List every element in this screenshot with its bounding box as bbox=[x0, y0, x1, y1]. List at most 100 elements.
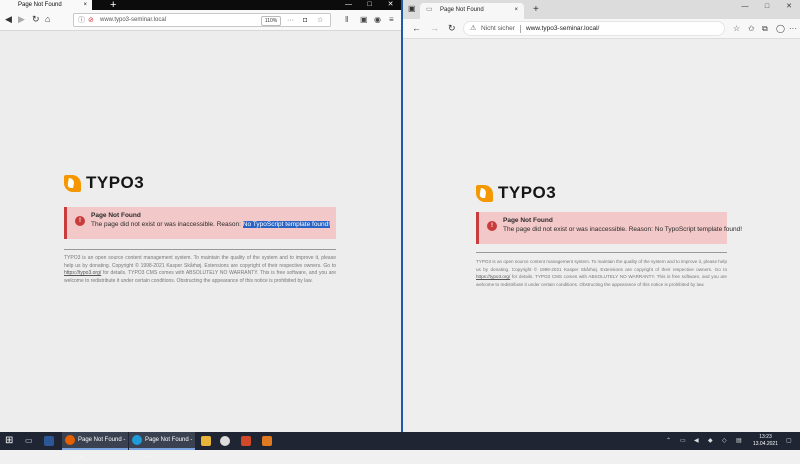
app-icon-orange[interactable] bbox=[262, 436, 272, 446]
home-icon[interactable]: ⌂ bbox=[45, 13, 50, 26]
edge-window: ▣ ▭ Page Not Found × + — □ ✕ ← → ↻ ⚠ Nic… bbox=[401, 0, 800, 432]
keyboard-icon[interactable]: ▤ bbox=[736, 432, 742, 450]
minimize-button[interactable]: — bbox=[734, 0, 756, 14]
notifications-icon[interactable]: ▢ bbox=[786, 432, 792, 450]
firefox-nav-bar: ◀ ▶ ↻ ⌂ ⓘ ⊘ www.typo3-seminar.local 110%… bbox=[0, 10, 401, 31]
typo3-logo-icon bbox=[476, 184, 493, 202]
error-alert: ! Page Not Found The page did not exist … bbox=[476, 212, 742, 244]
typo3-logo-icon bbox=[64, 174, 81, 192]
app-icon[interactable] bbox=[220, 436, 230, 446]
alert-title: Page Not Found bbox=[503, 217, 553, 224]
firefox-tab-bar: Page Not Found × + — □ ✕ bbox=[0, 0, 401, 11]
alert-title: Page Not Found bbox=[91, 212, 141, 219]
edge-icon bbox=[132, 435, 142, 445]
pocket-icon[interactable]: ◘ bbox=[303, 15, 307, 26]
clock-time: 13:23 bbox=[759, 434, 772, 440]
page-icon: ▭ bbox=[426, 6, 433, 13]
collections-icon[interactable]: ⧉ bbox=[762, 23, 768, 35]
app-icon-red[interactable] bbox=[241, 436, 251, 446]
address-bar[interactable]: ⚠ Nicht sicher www.typo3-seminar.local/ bbox=[463, 21, 725, 36]
new-tab-button[interactable]: + bbox=[110, 0, 116, 11]
menu-icon[interactable]: ≡ bbox=[389, 14, 394, 26]
tray-chevron-icon[interactable]: ⌃ bbox=[666, 432, 671, 450]
alert-message-text: The page did not exist or was inaccessib… bbox=[91, 221, 243, 228]
insecure-lock-icon[interactable]: ⊘ bbox=[88, 15, 94, 26]
page-actions-icon[interactable]: ··· bbox=[287, 15, 294, 26]
network-icon[interactable]: ▭ bbox=[680, 432, 686, 450]
volume-icon[interactable]: ◀ bbox=[694, 432, 699, 450]
tab-close-icon[interactable]: × bbox=[83, 0, 87, 10]
footer-text-end: for details. TYPO3 CMS comes with ABSOLU… bbox=[64, 270, 336, 284]
tray-app-icon-2[interactable]: ◇ bbox=[722, 432, 727, 450]
typo3-logo-text: TYPO3 bbox=[86, 173, 145, 192]
alert-reason-selected: No TypoScript template found! bbox=[242, 221, 331, 228]
sidebar-icon[interactable]: ▣ bbox=[360, 14, 368, 26]
window-controls: — □ ✕ bbox=[338, 0, 401, 10]
tab-title: Page Not Found bbox=[18, 2, 62, 8]
edge-tab[interactable]: ▭ Page Not Found × bbox=[420, 3, 524, 19]
footer-text: TYPO3 is an open source content manageme… bbox=[476, 259, 727, 272]
info-icon[interactable]: ⓘ bbox=[78, 15, 85, 26]
firefox-tab[interactable]: Page Not Found × bbox=[0, 0, 92, 10]
forward-icon[interactable]: ▶ bbox=[18, 13, 25, 26]
window-controls: — □ ✕ bbox=[734, 0, 800, 14]
firefox-window: Page Not Found × + — □ ✕ ◀ ▶ ↻ ⌂ ⓘ ⊘ www… bbox=[0, 0, 401, 432]
tab-actions-icon[interactable]: ▣ bbox=[408, 4, 416, 13]
tab-title: Page Not Found bbox=[440, 7, 484, 13]
address-bar[interactable]: ⓘ ⊘ www.typo3-seminar.local 110% ··· ◘ ☆ bbox=[73, 13, 331, 27]
tab-close-icon[interactable]: × bbox=[514, 3, 518, 17]
typo3-logo-text: TYPO3 bbox=[498, 183, 557, 202]
typo3-logo: TYPO3 bbox=[476, 183, 556, 203]
new-tab-button[interactable]: + bbox=[533, 4, 539, 16]
typo3-link[interactable]: https://typo3.org/ bbox=[476, 274, 510, 279]
url-text: www.typo3-seminar.local bbox=[100, 17, 167, 23]
profile-icon[interactable]: ◯ bbox=[776, 23, 785, 35]
taskbar-app-label: Page Not Found - ... bbox=[145, 437, 193, 459]
footer-text-end: for details. TYPO3 CMS comes with ABSOLU… bbox=[476, 274, 727, 287]
back-icon[interactable]: ← bbox=[412, 22, 421, 35]
alert-message: The page did not exist or was inaccessib… bbox=[91, 221, 331, 228]
zoom-indicator[interactable]: 110% bbox=[261, 16, 281, 26]
typo3-logo: TYPO3 bbox=[64, 173, 144, 193]
account-icon[interactable]: ◉ bbox=[374, 14, 381, 26]
explorer-icon[interactable] bbox=[201, 436, 211, 446]
library-icon[interactable]: ‖ bbox=[345, 14, 348, 26]
edge-tab-bar: ▣ ▭ Page Not Found × + — □ ✕ bbox=[403, 0, 800, 19]
error-alert: ! Page Not Found The page did not exist … bbox=[64, 207, 336, 239]
edge-nav-bar: ← → ↻ ⚠ Nicht sicher www.typo3-seminar.l… bbox=[403, 19, 800, 39]
start-icon[interactable]: ⊞ bbox=[5, 432, 13, 450]
separator bbox=[520, 25, 521, 33]
clock-date: 13.04.2021 bbox=[752, 441, 778, 447]
url-text: www.typo3-seminar.local/ bbox=[526, 25, 600, 32]
close-button[interactable]: ✕ bbox=[380, 0, 401, 10]
taskbar-app-label: Page Not Found - ... bbox=[78, 437, 126, 459]
favorites-icon[interactable]: ✩ bbox=[748, 23, 755, 35]
taskbar-edge[interactable]: Page Not Found - ... bbox=[129, 432, 195, 459]
taskbar: ⊞ ▭ Page Not Found - ... Page Not Found … bbox=[0, 432, 800, 459]
back-icon[interactable]: ◀ bbox=[5, 13, 12, 26]
powershell-icon[interactable] bbox=[44, 436, 54, 446]
divider bbox=[476, 252, 727, 253]
warning-icon[interactable]: ⚠ bbox=[470, 23, 476, 35]
minimize-button[interactable]: — bbox=[338, 0, 359, 10]
firefox-icon bbox=[65, 435, 75, 445]
reload-icon[interactable]: ↻ bbox=[448, 22, 456, 35]
clock[interactable]: 13:23 13.04.2021 bbox=[753, 434, 778, 448]
reload-icon[interactable]: ↻ bbox=[32, 13, 40, 26]
footer-notice: TYPO3 is an open source content manageme… bbox=[64, 255, 336, 285]
maximize-button[interactable]: □ bbox=[756, 0, 778, 14]
maximize-button[interactable]: □ bbox=[359, 0, 380, 10]
tray-app-icon[interactable]: ◆ bbox=[708, 432, 713, 450]
favorite-star-icon[interactable]: ☆ bbox=[733, 23, 740, 35]
taskbar-firefox[interactable]: Page Not Found - ... bbox=[62, 432, 128, 459]
more-icon[interactable]: ··· bbox=[789, 23, 797, 35]
warning-icon: ! bbox=[487, 221, 497, 231]
bookmark-star-icon[interactable]: ☆ bbox=[317, 15, 323, 26]
task-view-icon[interactable]: ▭ bbox=[25, 432, 33, 450]
footer-notice: TYPO3 is an open source content manageme… bbox=[476, 258, 727, 288]
typo3-link[interactable]: https://typo3.org/ bbox=[64, 270, 101, 276]
close-button[interactable]: ✕ bbox=[778, 0, 800, 14]
security-label[interactable]: Nicht sicher bbox=[481, 22, 515, 35]
divider bbox=[64, 249, 336, 250]
forward-icon[interactable]: → bbox=[430, 22, 439, 35]
